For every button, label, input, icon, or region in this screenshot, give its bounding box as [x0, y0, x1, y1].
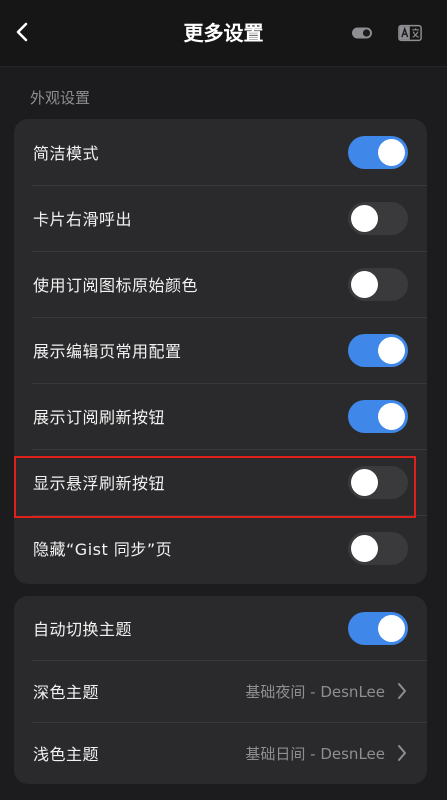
switch-knob: [378, 336, 405, 364]
setting-row-dark-theme[interactable]: 深色主题 基础夜间 - DesnLee: [14, 660, 427, 722]
switch-knob: [351, 468, 378, 496]
dark-theme-value: 基础夜间 - DesnLee: [245, 682, 385, 701]
section-title-appearance: 外观设置: [30, 89, 91, 107]
chevron-right-icon: [395, 681, 409, 701]
setting-label: 简洁模式: [33, 144, 100, 163]
original-icon-color-switch[interactable]: [348, 267, 408, 301]
setting-label: 浅色主题: [33, 745, 100, 764]
simple-mode-switch[interactable]: [348, 135, 408, 169]
setting-row-light-theme[interactable]: 浅色主题 基础日间 - DesnLee: [14, 722, 427, 784]
nav-bar: 更多设置: [0, 0, 447, 67]
light-theme-value: 基础日间 - DesnLee: [245, 744, 385, 763]
switch-knob: [351, 534, 378, 562]
theme-card: 自动切换主题 深色主题 基础夜间 - DesnLee 浅色主题 基础日间 - D…: [14, 596, 427, 784]
setting-row-card-swipe: 卡片右滑呼出: [14, 185, 427, 251]
switch-knob: [351, 204, 378, 232]
chevron-right-icon: [395, 743, 409, 763]
floating-refresh-switch[interactable]: [348, 465, 408, 499]
card-swipe-switch[interactable]: [348, 201, 408, 235]
refresh-button-switch[interactable]: [348, 399, 408, 433]
setting-label: 自动切换主题: [33, 620, 133, 639]
switch-knob: [378, 614, 405, 642]
setting-label: 卡片右滑呼出: [33, 210, 133, 229]
setting-row-auto-theme: 自动切换主题: [14, 596, 427, 660]
page-title: 更多设置: [183, 21, 264, 45]
setting-row-refresh-button: 展示订阅刷新按钮: [14, 383, 427, 449]
setting-label: 展示编辑页常用配置: [33, 342, 182, 361]
setting-row-edit-page-config: 展示编辑页常用配置: [14, 317, 427, 383]
setting-label: 隐藏“Gist 同步”页: [33, 540, 173, 559]
setting-row-original-icon-color: 使用订阅图标原始颜色: [14, 251, 427, 317]
setting-row-hide-gist: 隐藏“Gist 同步”页: [14, 515, 427, 581]
setting-label: 展示订阅刷新按钮: [33, 408, 166, 427]
setting-label: 使用订阅图标原始颜色: [33, 276, 199, 295]
setting-row-simple-mode: 简洁模式: [14, 119, 427, 185]
switch-knob: [378, 138, 405, 166]
setting-row-floating-refresh: 显示悬浮刷新按钮: [14, 449, 427, 515]
edit-page-config-switch[interactable]: [348, 333, 408, 367]
setting-label: 显示悬浮刷新按钮: [33, 474, 166, 493]
hide-gist-switch[interactable]: [348, 531, 408, 565]
appearance-card: 简洁模式 卡片右滑呼出 使用订阅图标原始颜色 展示编辑页常用配置 展示订阅刷新按…: [14, 119, 427, 584]
auto-theme-switch[interactable]: [348, 611, 408, 645]
switch-knob: [378, 402, 405, 430]
switch-knob: [351, 270, 378, 298]
translate-icon[interactable]: [398, 22, 422, 44]
setting-label: 深色主题: [33, 683, 100, 702]
settings-page: 更多设置 外观设置 简洁模式 卡片右滑呼出 使用订阅图标原始颜色 展示编辑页常用…: [0, 0, 447, 800]
toggle-icon[interactable]: [350, 22, 374, 44]
